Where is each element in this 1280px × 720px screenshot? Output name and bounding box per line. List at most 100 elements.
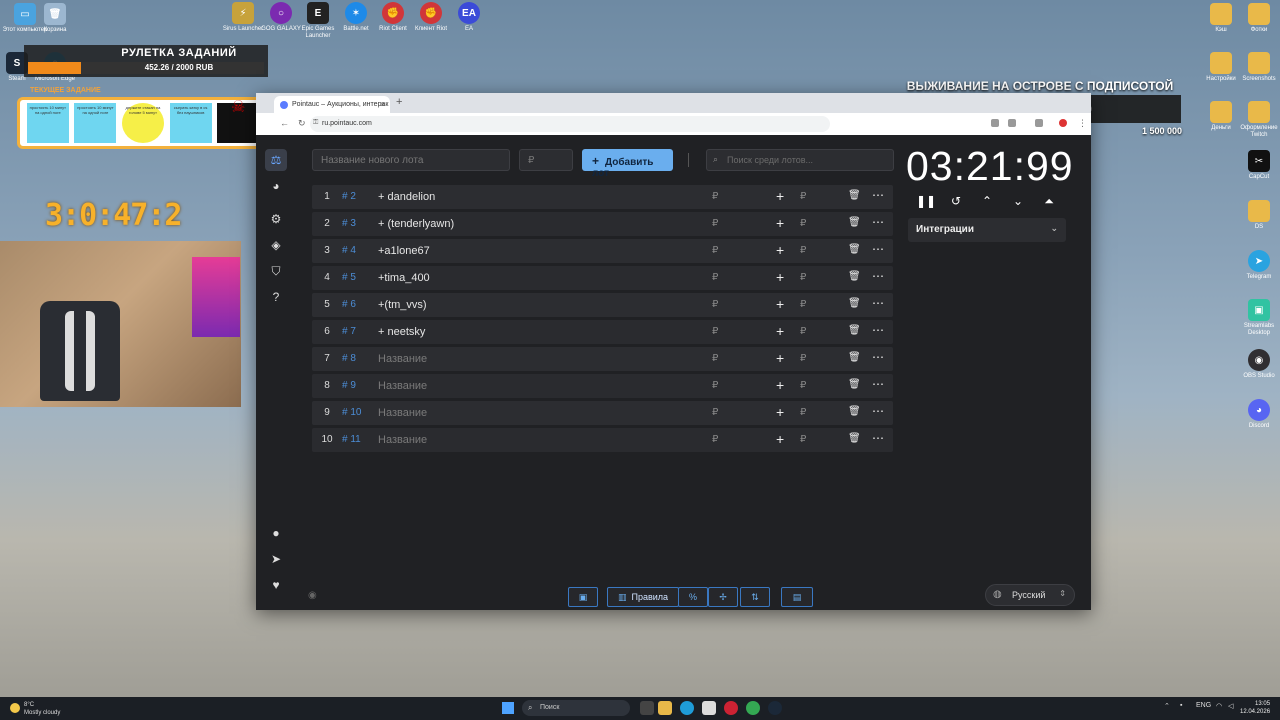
lot-add-field[interactable]: ₽ [800,434,806,445]
add-amount-icon[interactable]: + [776,431,784,447]
auction-icon[interactable]: ⚖ [265,149,287,171]
lot-amount-field[interactable]: ₽ [712,407,718,418]
lot-name-field[interactable]: + neetsky [378,326,425,338]
lot-add-field[interactable]: ₽ [800,272,806,283]
gear-icon[interactable]: ⚙ [265,208,287,230]
save-button[interactable]: ▣ [568,587,598,607]
tab-pointauc[interactable]: Pointauc – Аукционы, интерак × [274,96,390,113]
desktop-icon-ea[interactable]: EA EA [444,2,494,33]
chrome-icon[interactable] [746,701,760,715]
store-icon[interactable] [702,701,716,715]
edge-icon[interactable] [680,701,694,715]
shield-icon[interactable]: ⛉ [265,260,287,282]
taskbar-search[interactable]: ⌕ Поиск [522,700,630,716]
chevron-down-icon[interactable]: ⌄ [1009,194,1027,208]
percent-button[interactable]: % [678,587,708,607]
lot-search-input[interactable]: ⌕ Поиск среди лотов... [706,149,894,171]
lot-add-field[interactable]: ₽ [800,299,806,310]
trash-icon[interactable]: 🗑 [848,190,861,201]
more-icon[interactable]: ⋯ [872,215,884,229]
extension-icon[interactable] [1035,119,1043,127]
lot-add-field[interactable]: ₽ [800,191,806,202]
language-indicator[interactable]: ENG [1196,702,1211,709]
lot-name-field[interactable]: Название [378,434,427,446]
desktop-icon-telegram[interactable]: ➤ Telegram [1234,250,1280,281]
add-amount-icon[interactable]: + [776,323,784,339]
lot-name-field[interactable]: +(tm_vvs) [378,299,427,311]
add-amount-icon[interactable]: + [776,188,784,204]
trash-icon[interactable]: 🗑 [848,352,861,363]
lot-name-field[interactable]: Название [378,407,427,419]
pause-icon[interactable]: ❚❚ [916,194,936,208]
more-icon[interactable]: ⋯ [872,404,884,418]
github-icon[interactable]: ● [265,522,287,544]
integrations-dropdown[interactable]: Интеграции ⌄ [908,218,1066,242]
lot-add-field[interactable]: ₽ [800,380,806,391]
desktop-icon-screenshots[interactable]: Screenshots [1234,52,1280,83]
profile-icon[interactable] [1059,119,1067,127]
trash-icon[interactable]: 🗑 [848,325,861,336]
lot-amount-field[interactable]: ₽ [712,326,718,337]
add-amount-icon[interactable]: + [776,296,784,312]
add-amount-icon[interactable]: + [776,350,784,366]
reload-icon[interactable]: ↻ [298,118,306,129]
more-icon[interactable]: ⋯ [872,323,884,337]
desktop-icon-twitch-design[interactable]: Оформление Twitch [1234,101,1280,139]
donate-icon[interactable]: ♥ [265,574,287,596]
more-icon[interactable]: ⋯ [872,242,884,256]
url-field[interactable]: ⚿ ru.pointauc.com [310,116,830,132]
lot-amount-field[interactable]: ₽ [712,299,718,310]
help-icon[interactable]: ? [265,286,287,308]
desktop-icon-recycle-bin[interactable]: 🗑 Корзина [30,3,80,34]
layers-icon[interactable]: ◈ [265,234,287,256]
desktop-icon-streamlabs[interactable]: ▣ Streamlabs Desktop [1234,299,1280,337]
volume-icon[interactable]: ◁ [1228,702,1233,710]
lot-add-field[interactable]: ₽ [800,218,806,229]
more-icon[interactable]: ⋯ [872,188,884,202]
menu-icon[interactable]: ⋮ [1078,118,1087,129]
new-tab-icon[interactable]: + [396,96,402,108]
lot-name-field[interactable]: +tima_400 [378,272,430,284]
lot-add-field[interactable]: ₽ [800,326,806,337]
clear-button[interactable]: ▤ [781,587,813,607]
desktop-icon-photos[interactable]: Фотки [1234,3,1280,34]
lot-amount-field[interactable]: ₽ [712,380,718,391]
lot-amount-field[interactable]: ₽ [712,191,718,202]
lot-amount-field[interactable]: ₽ [712,245,718,256]
desktop-icon-obs[interactable]: ◉ OBS Studio [1234,349,1280,380]
bookmark-icon[interactable] [1008,119,1016,127]
explorer-icon[interactable] [658,701,672,715]
lot-name-field[interactable]: + (tenderlyawn) [378,218,454,230]
close-tab-icon[interactable]: × [380,100,385,109]
lot-add-field[interactable]: ₽ [800,353,806,364]
reset-icon[interactable]: ↺ [947,194,965,208]
windows-start-icon[interactable] [502,702,514,714]
add-amount-icon[interactable]: + [776,242,784,258]
add-amount-icon[interactable]: + [776,404,784,420]
wifi-icon[interactable]: ◠ [1216,702,1222,710]
trash-icon[interactable]: 🗑 [848,271,861,282]
lot-amount-field[interactable]: ₽ [712,218,718,229]
trash-icon[interactable]: 🗑 [848,433,861,444]
lot-add-field[interactable]: ₽ [800,245,806,256]
trash-icon[interactable]: 🗑 [848,217,861,228]
more-icon[interactable]: ⋯ [872,431,884,445]
trash-icon[interactable]: 🗑 [848,244,861,255]
chevron-up-icon[interactable]: ⌃ [978,194,996,208]
rules-button[interactable]: ▥ Правила [607,587,679,607]
lot-add-field[interactable]: ₽ [800,407,806,418]
weather-widget[interactable]: 8°C Mostly cloudy [10,701,60,717]
desktop-icon-capcut[interactable]: ✂ CapCut [1234,150,1280,181]
eye-icon[interactable]: ◉ [308,590,317,601]
new-lot-price-input[interactable]: ₽ [519,149,573,171]
add-amount-icon[interactable]: + [776,269,784,285]
tray-app-icon[interactable]: ▪ [1180,702,1182,709]
lot-amount-field[interactable]: ₽ [712,353,718,364]
app-icon[interactable] [724,701,738,715]
desktop-icon-discord[interactable]: ◕ Discord [1234,399,1280,430]
task-view-icon[interactable] [640,701,654,715]
lot-name-field[interactable]: +a1lone67 [378,245,430,257]
wheel-icon[interactable]: ◕ [265,175,287,197]
steam-icon[interactable] [768,701,782,715]
taskbar-clock[interactable]: 13:05 12.04.2026 [1240,700,1270,716]
